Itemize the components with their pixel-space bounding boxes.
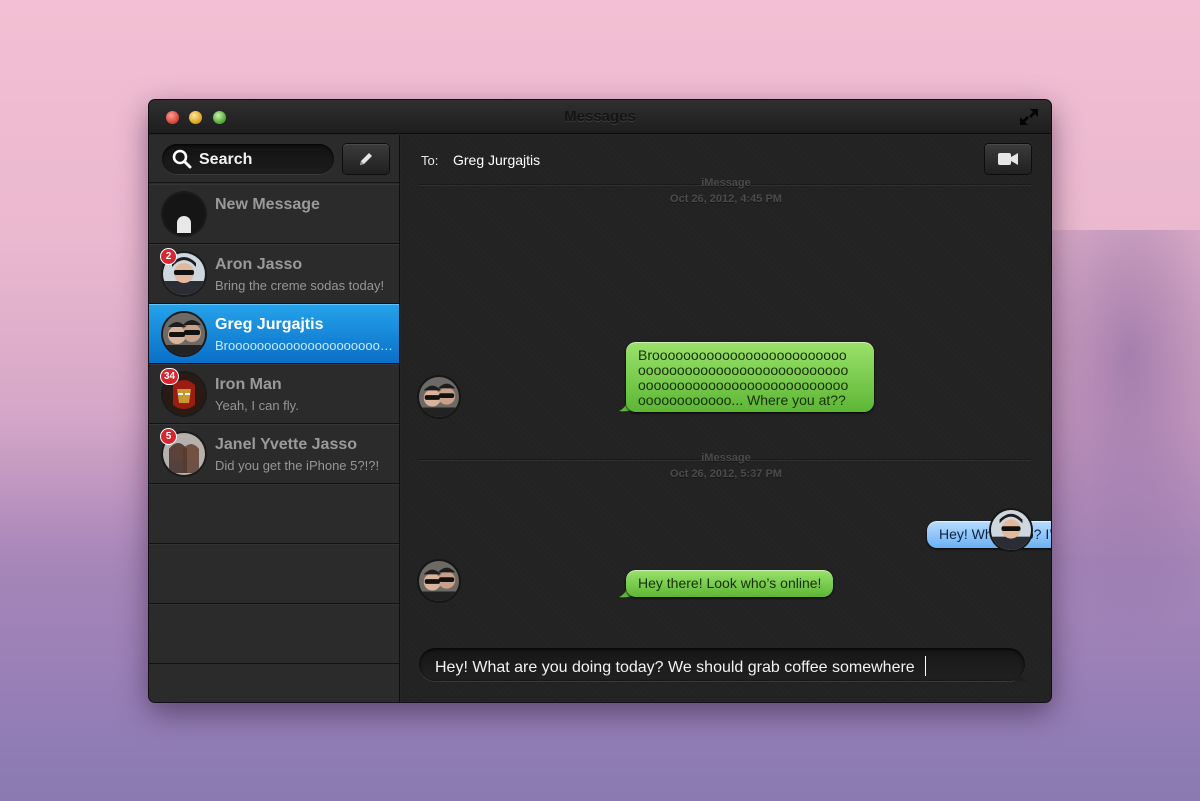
conversation-item[interactable]: 2 Aron Jasso Bring the creme sodas today…: [149, 244, 399, 304]
contact-name: Janel Yvette Jasso: [215, 436, 358, 453]
contact-avatar: [419, 377, 459, 417]
timestamp: Oct 26, 2012, 5:37 PM: [670, 468, 782, 480]
empty-row: [149, 544, 399, 604]
messages-window: Messages Search New Message 2 Aron Jasso…: [149, 100, 1051, 702]
message-preview: Bring the creme sodas today!: [215, 278, 385, 293]
message-line: ooooooooooooooooooooooooooo: [638, 362, 849, 378]
contact-name: Greg Jurgajtis: [215, 316, 324, 333]
service-label: iMessage: [701, 177, 751, 189]
message-preview: Brooooooooooooooooooooooooooooooo: [215, 338, 393, 353]
conversation-item[interactable]: 34 Iron Man Yeah, I can fly.: [149, 364, 399, 424]
outgoing-message-bubble[interactable]: Hey! What’s up? I’m online.: [927, 521, 1051, 548]
empty-row: [149, 484, 399, 544]
input-tail: [1013, 670, 1027, 682]
empty-row: [149, 604, 399, 664]
search-icon: [172, 149, 192, 169]
unread-badge: 2: [161, 249, 176, 264]
message-preview: Did you get the iPhone 5?!?!: [215, 458, 380, 473]
timestamp: Oct 26, 2012, 4:45 PM: [670, 193, 782, 205]
conversation-sidebar: Search New Message 2 Aron Jasso Bring th…: [149, 135, 400, 702]
contact-avatar: [419, 561, 459, 601]
new-message-avatar: [163, 193, 205, 235]
window-title: Messages: [564, 108, 636, 125]
chat-pane: To: Greg Jurgajtis iMessage Oct 26, 2012…: [401, 135, 1051, 702]
fullscreen-icon[interactable]: [1019, 108, 1039, 126]
search-label: Search: [199, 151, 253, 168]
to-label: To:: [421, 153, 439, 168]
compose-button[interactable]: [343, 144, 389, 174]
conversation-item[interactable]: 5 Janel Yvette Jasso Did you get the iPh…: [149, 424, 399, 484]
unread-badge: 34: [161, 369, 179, 384]
message-preview: Yeah, I can fly.: [215, 398, 299, 413]
contact-name: Iron Man: [215, 376, 282, 393]
title-bar: Messages: [149, 100, 1051, 134]
message-line: Brooooooooooooooooooooooooo: [638, 347, 847, 363]
text-caret: [924, 656, 926, 676]
incoming-message-bubble[interactable]: Brooooooooooooooooooooooooo oooooooooooo…: [626, 342, 874, 412]
new-message-label: New Message: [215, 196, 320, 213]
message-input[interactable]: Hey! What are you doing today? We should…: [419, 648, 1025, 681]
recipient-name[interactable]: Greg Jurgajtis: [453, 152, 540, 168]
incoming-message-bubble[interactable]: Hey there! Look who’s online!: [626, 570, 834, 597]
new-message-row[interactable]: New Message: [149, 184, 399, 244]
service-label: iMessage: [701, 452, 751, 464]
message-line: oooooooooooo... Where you at??: [638, 392, 846, 408]
conversation-item[interactable]: Greg Jurgajtis Brooooooooooooooooooooooo…: [149, 304, 399, 364]
video-call-button[interactable]: [985, 144, 1031, 174]
message-line: ooooooooooooooooooooooooooo: [638, 377, 849, 393]
search-toolbar: Search: [149, 135, 399, 183]
message-input-text: Hey! What are you doing today? We should…: [435, 659, 915, 676]
avatar: [163, 313, 205, 355]
my-avatar: [991, 510, 1031, 550]
search-input[interactable]: Search: [162, 144, 334, 174]
unread-badge: 5: [161, 429, 176, 444]
contact-name: Aron Jasso: [215, 256, 303, 273]
